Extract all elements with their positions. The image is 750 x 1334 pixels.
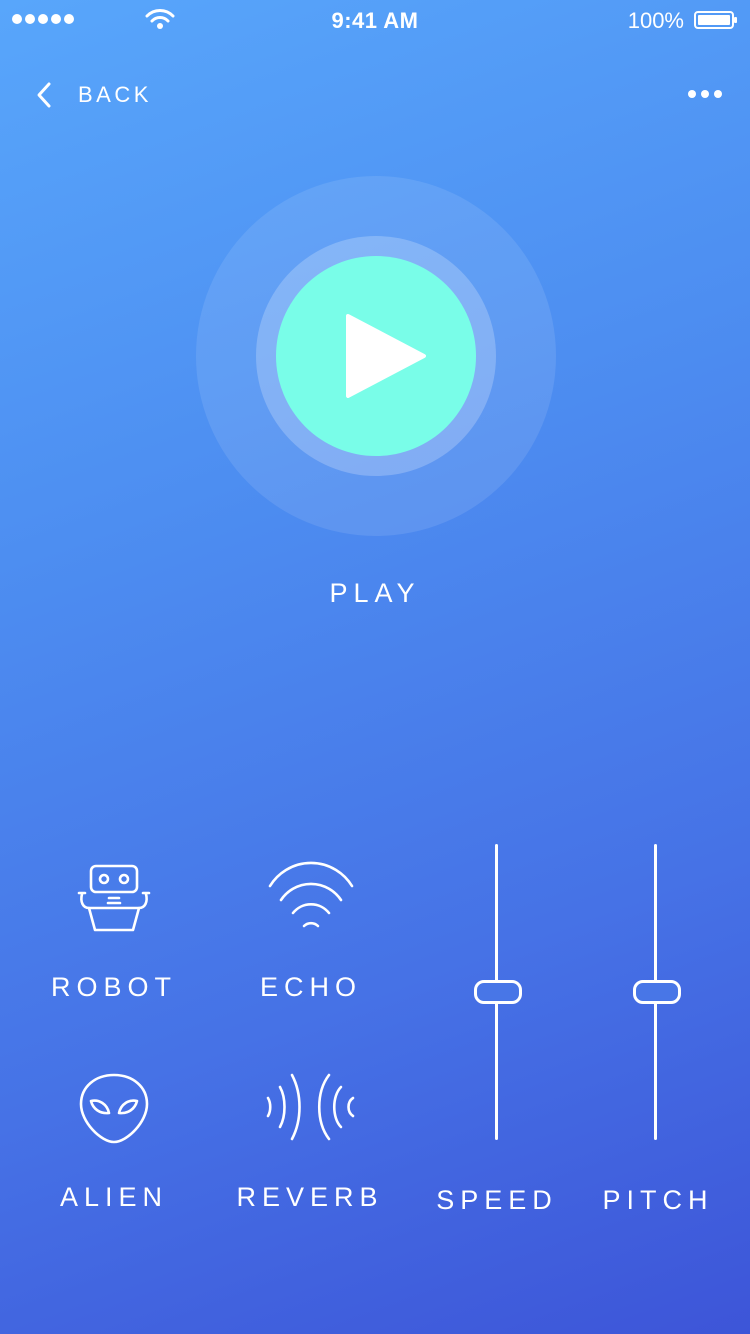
effect-alien-button[interactable]: ALIEN	[60, 1070, 162, 1212]
effect-robot-button[interactable]: ROBOT	[51, 862, 171, 1002]
battery-percent: 100%	[627, 8, 684, 33]
alien-head-icon	[79, 1073, 149, 1144]
back-button[interactable]: BACK	[36, 78, 152, 112]
effect-alien-label: ALIEN	[59, 1182, 169, 1212]
speed-slider[interactable]	[467, 844, 527, 1140]
speed-label: SPEED	[436, 1185, 558, 1215]
effect-reverb-label: REVERB	[236, 1182, 384, 1212]
echo-waves-icon	[268, 861, 354, 928]
status-bar: 9:41 AM 100%	[0, 0, 750, 40]
effect-reverb-button[interactable]: REVERB	[236, 1070, 378, 1212]
effect-robot-label: ROBOT	[50, 972, 177, 1002]
pitch-label: PITCH	[602, 1185, 714, 1215]
voice-changer-screen: 9:41 AM 100% BACK PLAY ROBOT ECHO ALIEN …	[0, 0, 750, 1334]
speed-slider-knob[interactable]	[474, 980, 522, 1004]
robot-icon	[77, 864, 151, 932]
battery-icon	[694, 11, 737, 29]
play-button[interactable]	[276, 256, 476, 456]
play-label: PLAY	[329, 578, 421, 608]
more-dots-icon[interactable]	[688, 84, 722, 104]
effect-echo-button[interactable]: ECHO	[260, 860, 356, 1002]
chevron-left-icon	[37, 82, 51, 108]
pitch-slider[interactable]	[626, 844, 686, 1140]
effect-echo-label: ECHO	[259, 972, 362, 1002]
play-icon	[346, 314, 426, 398]
pitch-slider-knob[interactable]	[633, 980, 681, 1004]
back-label: BACK	[78, 82, 152, 107]
reverb-waves-icon	[266, 1073, 355, 1141]
